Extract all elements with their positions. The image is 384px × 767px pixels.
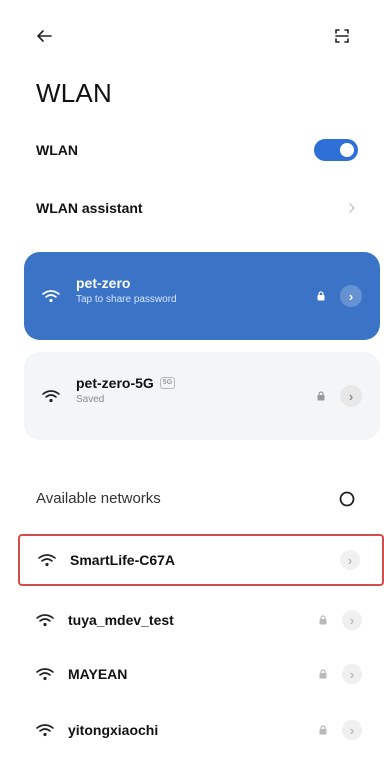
page-title: WLAN <box>36 78 112 108</box>
network-details-button[interactable]: › <box>340 550 360 570</box>
wifi-icon <box>42 290 60 303</box>
connected-network-subtitle: Tap to share password <box>76 294 177 305</box>
wifi-icon <box>36 724 54 737</box>
network-details-button[interactable]: › <box>342 664 362 684</box>
chevron-right-icon: › <box>347 552 353 568</box>
chevron-right-icon: › <box>349 722 355 738</box>
list-item[interactable]: MAYEAN › <box>18 648 384 700</box>
list-item[interactable]: tuya_mdev_test › <box>18 594 384 646</box>
lock-icon <box>319 669 327 679</box>
chevron-right-icon: › <box>348 388 354 404</box>
list-item[interactable]: yitongxiaochi › <box>18 704 384 756</box>
chevron-right-icon: › <box>349 666 355 682</box>
lock-icon <box>319 725 327 735</box>
wifi-icon <box>36 668 54 681</box>
available-networks-header: Available networks <box>0 478 384 522</box>
saved-network-subtitle: Saved <box>76 394 105 405</box>
wlan-toggle-label: WLAN <box>36 142 78 158</box>
connected-network-text: pet-zero Tap to share password <box>76 275 177 305</box>
list-item[interactable]: SmartLife-C67A › <box>18 534 384 586</box>
saved-network-name-line: pet-zero-5G 5G <box>76 375 176 391</box>
chevron-right-icon <box>349 203 355 213</box>
network-name: tuya_mdev_test <box>68 612 174 628</box>
lock-icon <box>317 391 325 401</box>
network-name: SmartLife-C67A <box>70 552 176 568</box>
band-5g-badge: 5G <box>159 377 176 389</box>
saved-network-name: pet-zero-5G <box>76 375 154 391</box>
top-bar <box>0 0 384 70</box>
wifi-icon <box>42 390 60 403</box>
chevron-right-icon: › <box>348 288 354 304</box>
back-button[interactable] <box>28 20 60 52</box>
saved-network-card[interactable]: pet-zero-5G 5G Saved › <box>24 352 380 440</box>
lock-icon <box>319 615 327 625</box>
refresh-icon[interactable] <box>336 488 358 510</box>
chevron-right-icon: › <box>349 612 355 628</box>
toggle-knob <box>340 143 354 157</box>
network-name: yitongxiaochi <box>68 722 159 738</box>
wlan-toggle-row[interactable]: WLAN <box>0 128 384 172</box>
wifi-icon <box>38 554 56 567</box>
available-networks-title: Available networks <box>36 490 161 507</box>
wlan-toggle-switch[interactable] <box>314 139 358 161</box>
scan-frame-icon <box>335 29 349 43</box>
connected-network-card[interactable]: pet-zero Tap to share password › <box>24 252 380 340</box>
network-details-button[interactable]: › <box>342 610 362 630</box>
arrow-left-icon <box>37 30 52 42</box>
network-name: MAYEAN <box>68 666 128 682</box>
wlan-assistant-row[interactable]: WLAN assistant <box>0 186 384 230</box>
network-details-button[interactable]: › <box>342 720 362 740</box>
network-details-button[interactable]: › <box>340 385 362 407</box>
saved-network-text: pet-zero-5G 5G Saved <box>76 375 176 405</box>
lock-icon <box>317 291 325 301</box>
wlan-assistant-label: WLAN assistant <box>36 200 143 216</box>
connected-network-name: pet-zero <box>76 275 131 291</box>
scan-button[interactable] <box>326 20 358 52</box>
wifi-icon <box>36 614 54 627</box>
network-details-button[interactable]: › <box>340 285 362 307</box>
